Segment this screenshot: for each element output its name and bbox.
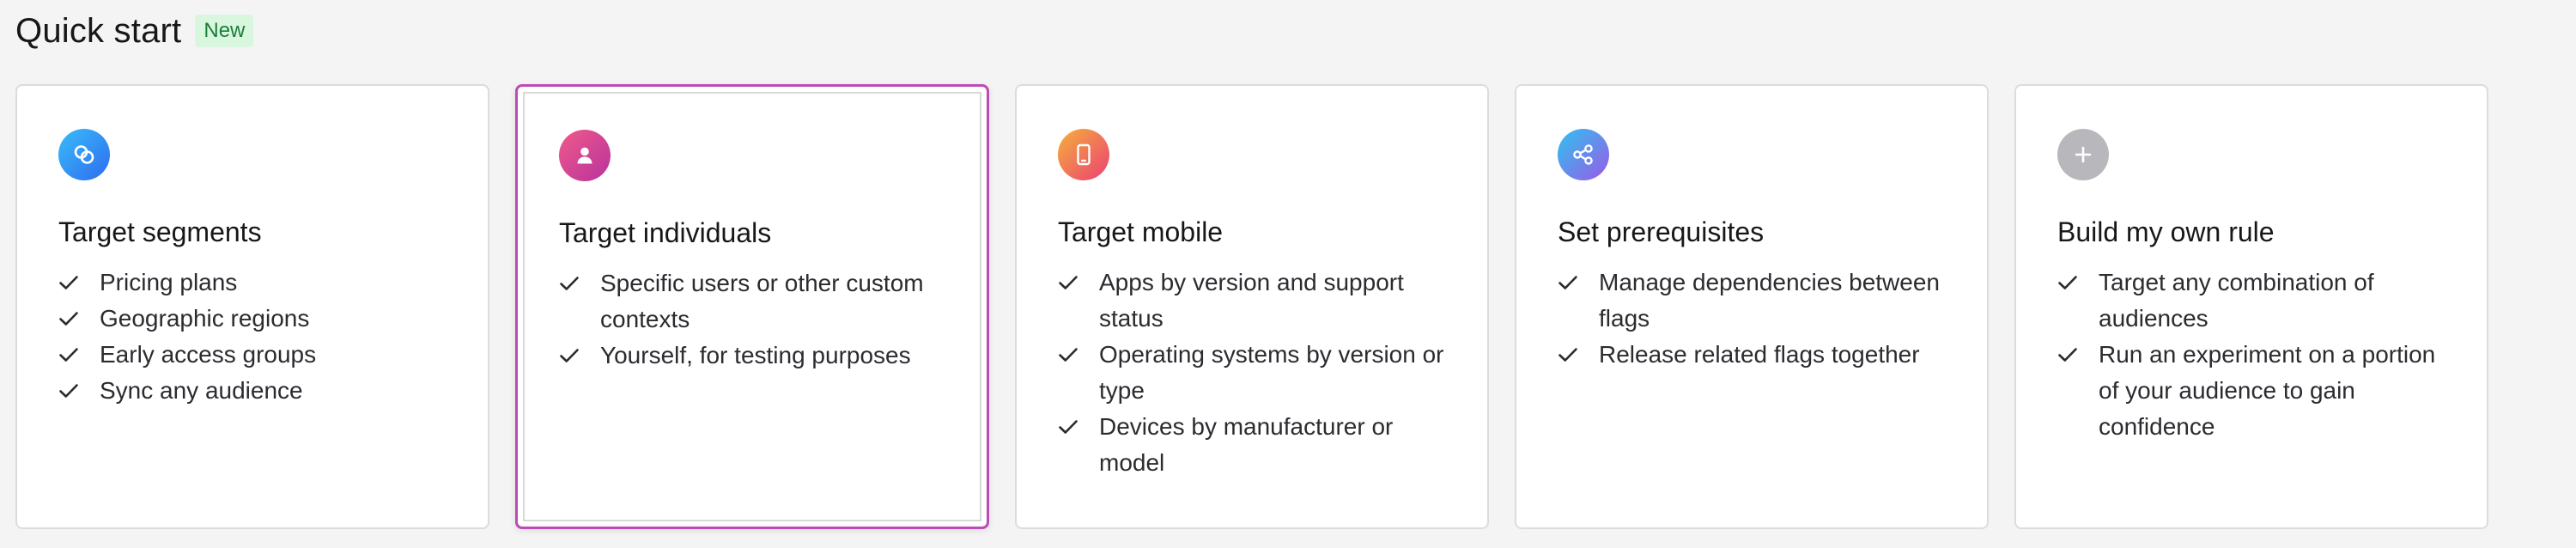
feature-list: Apps by version and support status Operat…: [1058, 265, 1446, 481]
checkmark-icon: [1058, 265, 1082, 301]
card-title: Target individuals: [559, 217, 772, 248]
plus-icon: [2057, 129, 2109, 180]
checkmark-icon: [58, 373, 82, 409]
target-individuals-card[interactable]: Target individuals Specific users or othe…: [515, 84, 989, 529]
checkmark-icon: [559, 265, 583, 301]
quick-start-cards: Target segments Pricing plans Geographic r…: [15, 84, 2557, 529]
checkmark-icon: [559, 338, 583, 374]
feature-item: Yourself, for testing purposes: [559, 338, 945, 374]
feature-list: Pricing plans Geographic regions Early acc…: [58, 265, 447, 409]
feature-item: Sync any audience: [58, 373, 447, 409]
feature-text: Run an experiment on a portion of your a…: [2099, 341, 2436, 440]
feature-text: Target any combination of audiences: [2099, 269, 2374, 332]
quick-start-header: Quick start New: [15, 10, 254, 52]
target-segments-card[interactable]: Target segments Pricing plans Geographic r…: [15, 84, 489, 529]
target-mobile-card[interactable]: Target mobile Apps by version and support…: [1015, 84, 1489, 529]
checkmark-icon: [1058, 337, 1082, 373]
feature-item: Operating systems by version or type: [1058, 337, 1446, 409]
feature-item: Run an experiment on a portion of your a…: [2057, 337, 2445, 445]
feature-text: Apps by version and support status: [1099, 269, 1404, 332]
checkmark-icon: [1558, 265, 1582, 301]
card-title: Set prerequisites: [1558, 216, 1765, 247]
feature-item: Manage dependencies between flags: [1558, 265, 1946, 337]
checkmark-icon: [2057, 265, 2081, 301]
checkmark-icon: [58, 301, 82, 337]
feature-text: Specific users or other custom contexts: [600, 270, 924, 332]
feature-list: Target any combination of audiences Run a…: [2057, 265, 2445, 445]
feature-item: Geographic regions: [58, 301, 447, 337]
feature-item: Release related flags together: [1558, 337, 1946, 373]
checkmark-icon: [1558, 337, 1582, 373]
feature-item: Apps by version and support status: [1058, 265, 1446, 337]
card-title: Build my own rule: [2057, 216, 2275, 247]
mobile-icon: [1058, 129, 1109, 180]
checkmark-icon: [2057, 337, 2081, 373]
feature-list: Manage dependencies between flags Release…: [1558, 265, 1946, 373]
feature-text: Sync any audience: [100, 377, 303, 404]
set-prerequisites-card[interactable]: Set prerequisites Manage dependencies bet…: [1515, 84, 1989, 529]
new-badge: New: [195, 15, 254, 47]
feature-item: Early access groups: [58, 337, 447, 373]
feature-item: Devices by manufacturer or model: [1058, 409, 1446, 481]
feature-text: Pricing plans: [100, 269, 238, 295]
feature-text: Manage dependencies between flags: [1599, 269, 1940, 332]
share-icon: [1558, 129, 1609, 180]
checkmark-icon: [1058, 409, 1082, 445]
segments-icon: [58, 129, 110, 180]
card-title: Target mobile: [1058, 216, 1224, 247]
feature-text: Release related flags together: [1599, 341, 1920, 368]
feature-text: Early access groups: [100, 341, 317, 368]
feature-item: Target any combination of audiences: [2057, 265, 2445, 337]
feature-text: Devices by manufacturer or model: [1099, 413, 1394, 476]
feature-text: Operating systems by version or type: [1099, 341, 1444, 404]
build-my-own-rule-card[interactable]: Build my own rule Target any combination …: [2014, 84, 2488, 529]
feature-text: Geographic regions: [100, 305, 310, 332]
card-title: Target segments: [58, 216, 262, 247]
feature-item: Specific users or other custom contexts: [559, 265, 945, 338]
feature-text: Yourself, for testing purposes: [600, 342, 911, 368]
page-title: Quick start: [15, 12, 182, 50]
feature-list: Specific users or other custom contexts Y…: [559, 265, 945, 374]
quick-start-page: Quick start New Target segments Pricing p…: [0, 0, 2576, 548]
feature-item: Pricing plans: [58, 265, 447, 301]
user-icon: [559, 130, 611, 181]
checkmark-icon: [58, 265, 82, 301]
checkmark-icon: [58, 337, 82, 373]
